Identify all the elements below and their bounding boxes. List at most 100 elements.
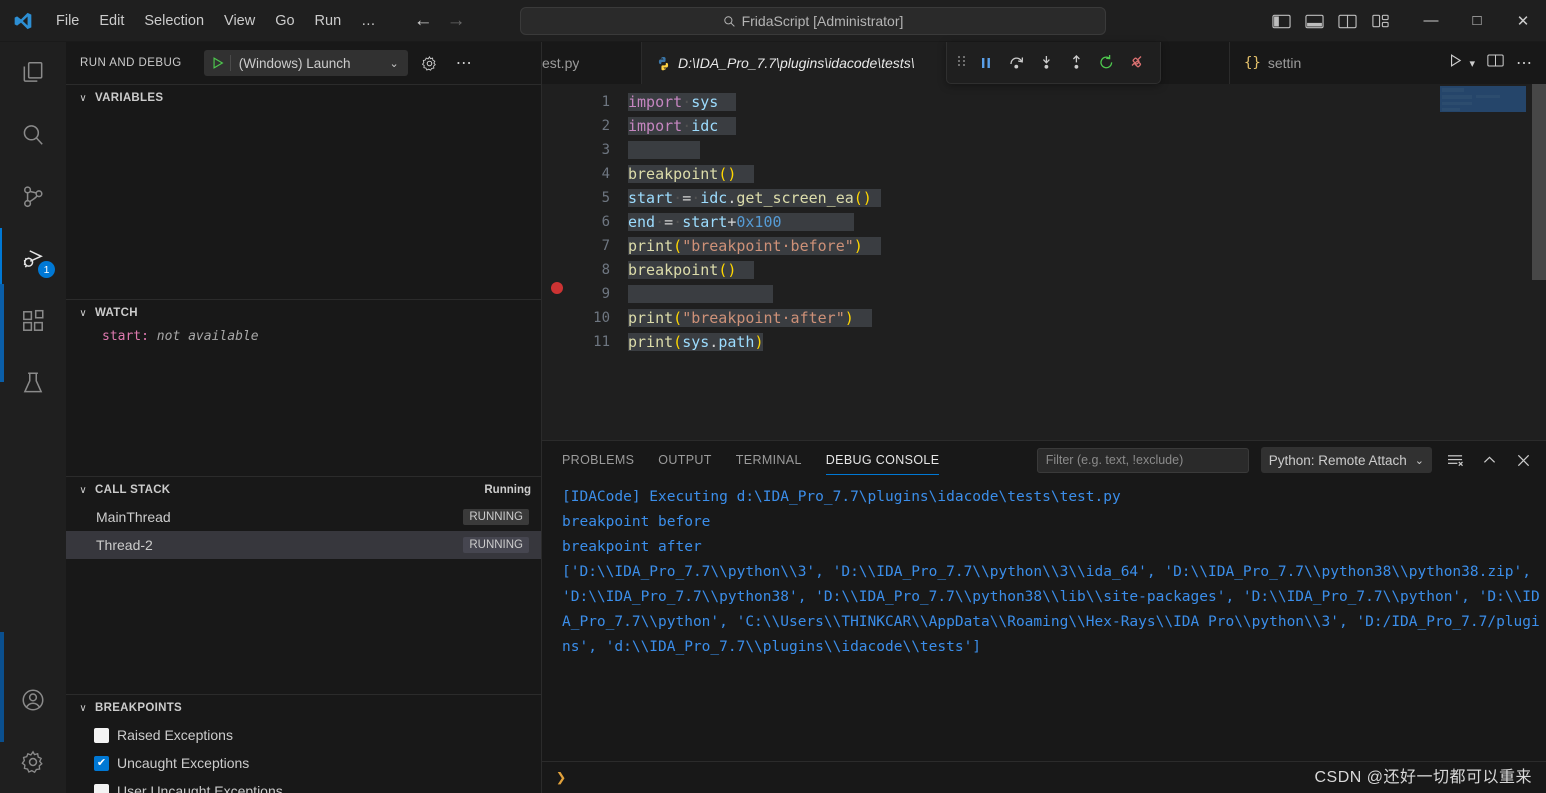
chevron-down-icon[interactable]: ⌄ [389,57,405,70]
editor-area: est.py D:\IDA_Pro_7.7\plugins\idacode\te… [542,42,1546,793]
tab-label: est.py [542,55,580,71]
watch-header[interactable]: ∨ WATCH [66,300,541,326]
callstack-header[interactable]: ∨ CALL STACK Running [66,477,541,503]
editor-gutter: 1 2 3 4 5 6 7 8 9 10 11 [542,84,628,440]
watch-item[interactable]: start: not available [66,326,541,347]
more-actions-icon[interactable]: ⋯ [1516,53,1532,73]
toggle-primary-sidebar-icon[interactable] [1272,13,1291,29]
tab-terminal[interactable]: TERMINAL [724,441,814,479]
split-editor-icon[interactable] [1487,53,1504,73]
line-number: 8 [601,262,610,278]
breakpoint-uncaught-exceptions[interactable]: Uncaught Exceptions [66,749,541,777]
watch-body: start: not available [66,326,541,476]
thread-state-badge: RUNNING [463,537,529,553]
start-debugging-icon[interactable] [206,56,230,70]
quick-input-bar[interactable]: FridaScript [Administrator] [520,7,1106,35]
chevron-down-icon[interactable]: ⌄ [1415,454,1424,467]
debug-toolbar[interactable] [946,42,1161,84]
debug-toolbar-grip[interactable] [957,53,970,72]
editor-minimap[interactable] [1440,84,1532,440]
code-editor[interactable]: 1 2 3 4 5 6 7 8 9 10 11 import·sys impor… [542,84,1546,440]
code-line: import·idc [628,114,1546,138]
run-python-file-icon[interactable] [1448,53,1463,73]
thread-state-badge: RUNNING [463,509,529,525]
checkbox[interactable] [94,783,109,793]
debug-console-output[interactable]: [IDACode] Executing d:\IDA_Pro_7.7\plugi… [542,479,1546,761]
step-over-button[interactable] [1002,49,1030,77]
sidebar-item-extensions[interactable] [0,290,66,352]
step-into-button[interactable] [1032,49,1060,77]
console-filter-input[interactable]: Filter (e.g. text, !exclude) [1036,447,1249,473]
checkbox[interactable] [94,727,109,743]
chevron-down-icon: ∨ [79,307,87,319]
menu-selection[interactable]: Selection [134,9,214,33]
tab-problems[interactable]: PROBLEMS [550,441,646,479]
disconnect-button[interactable] [1122,49,1150,77]
sidebar-item-explorer[interactable] [0,42,66,104]
panel-tab-bar: PROBLEMS OUTPUT TERMINAL DEBUG CONSOLE F… [542,441,1546,479]
go-forward-icon[interactable]: → [447,11,466,30]
sidebar-item-accounts[interactable] [0,669,66,731]
gutter-breakpoint-icon[interactable] [551,282,563,294]
toggle-secondary-sidebar-icon[interactable] [1338,13,1357,29]
menu-more[interactable]: … [351,9,386,33]
checkbox[interactable] [94,755,109,771]
sidebar-title: RUN AND DEBUG [80,57,182,69]
editor-lines[interactable]: import·sys import·idc breakpoint() start… [628,84,1546,440]
callstack-thread-row[interactable]: Thread-2 RUNNING [66,531,541,559]
code-line: import·sys [628,90,1546,114]
sidebar-item-run-and-debug[interactable]: 1 [0,228,66,290]
customize-layout-icon[interactable] [1371,13,1390,29]
breakpoint-label: User Uncaught Exceptions [117,783,283,793]
sidebar-item-manage[interactable] [0,731,66,793]
console-line: ['D:\\IDA_Pro_7.7\\python\\3', 'D:\\IDA_… [562,564,1540,655]
search-icon [23,125,43,145]
sidebar-item-testing[interactable] [0,352,66,414]
chevron-down-icon[interactable]: ▾ [1469,57,1475,70]
callstack-section: ∨ CALL STACK Running MainThread RUNNING … [66,476,541,694]
breakpoint-user-uncaught-exceptions[interactable]: User Uncaught Exceptions [66,777,541,793]
editor-actions: ▾ ⋯ [1448,42,1546,84]
window-close-button[interactable]: ✕ [1500,0,1546,42]
restart-button[interactable] [1092,49,1120,77]
line-number: 10 [593,310,610,326]
sidebar-more-actions-icon[interactable]: ⋯ [452,51,476,75]
title-bar: File Edit Selection View Go Run … ← → Fr… [0,0,1546,42]
menu-go[interactable]: Go [265,9,304,33]
variables-section: ∨ VARIABLES [66,84,541,299]
pause-button[interactable] [972,49,1000,77]
close-panel-icon[interactable] [1512,449,1534,471]
chevron-down-icon: ∨ [79,484,87,496]
window-minimize-button[interactable]: — [1408,0,1454,42]
launch-config-dropdown[interactable]: (Windows) Launch ⌄ [203,50,408,76]
clear-console-icon[interactable] [1444,449,1466,471]
menu-view[interactable]: View [214,9,265,33]
menu-edit[interactable]: Edit [89,9,134,33]
tab-debug-console[interactable]: DEBUG CONSOLE [814,441,952,479]
activity-bar: 1 [0,42,66,793]
menu-file[interactable]: File [46,9,89,33]
tab-test-py-partial[interactable]: est.py [542,42,642,84]
debug-session-dropdown[interactable]: Python: Remote Attach ⌄ [1260,447,1432,473]
breakpoints-header[interactable]: ∨ BREAKPOINTS [66,695,541,721]
sidebar-item-source-control[interactable] [0,166,66,228]
tab-settings-json[interactable]: {} settin [1230,42,1340,84]
menu-run[interactable]: Run [305,9,352,33]
code-line: end·=·start+0x100 [628,210,1546,234]
sidebar-item-search[interactable] [0,104,66,166]
search-icon [723,15,735,27]
open-launch-json-gear-icon[interactable] [418,51,442,75]
toggle-panel-icon[interactable] [1305,13,1324,29]
breakpoint-raised-exceptions[interactable]: Raised Exceptions [66,721,541,749]
editor-scrollbar[interactable] [1532,84,1546,440]
step-out-button[interactable] [1062,49,1090,77]
callstack-thread-row[interactable]: MainThread RUNNING [66,503,541,531]
collapse-panel-icon[interactable] [1478,449,1500,471]
variables-header[interactable]: ∨ VARIABLES [66,85,541,111]
tab-output[interactable]: OUTPUT [646,441,724,479]
gear-icon [21,750,43,774]
line-number: 1 [601,94,610,110]
go-back-icon[interactable]: ← [414,11,433,30]
debug-console-input[interactable]: ❯ [542,761,1546,793]
window-maximize-button[interactable]: □ [1454,0,1500,42]
